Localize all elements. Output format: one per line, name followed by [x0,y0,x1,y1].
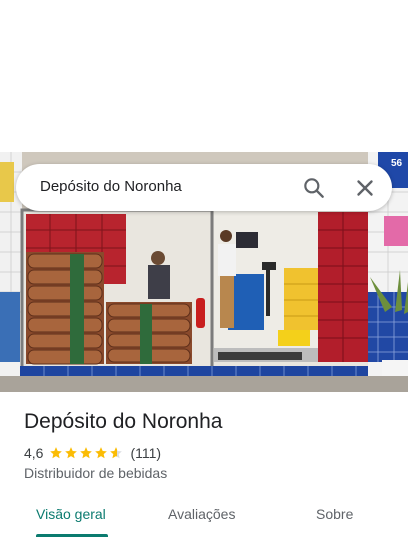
rating-row[interactable]: 4,6 (111) [24,444,161,462]
rating-stars [49,446,124,460]
search-query[interactable]: Depósito do Noronha [40,178,182,195]
tab-about[interactable]: Sobre [316,506,353,522]
tab-reviews[interactable]: Avaliações [168,506,235,522]
place-title: Depósito do Noronha [24,410,223,433]
review-count[interactable]: (111) [130,445,161,461]
star-icon [95,447,108,459]
place-tabs: Visão geral Avaliações Sobre [0,498,408,544]
tab-overview[interactable]: Visão geral [36,506,106,522]
star-icon [50,447,63,459]
place-category: Distribuidor de bebidas [24,465,168,481]
star-icon [80,447,93,459]
close-icon[interactable] [352,175,378,201]
sign-number: 56 [391,158,403,169]
search-icon[interactable] [301,175,327,201]
active-tab-indicator [36,534,108,537]
rating-value: 4,6 [24,445,44,461]
star-icon [65,447,78,459]
search-bar[interactable]: Depósito do Noronha [16,164,392,211]
star-half-icon [110,447,123,459]
map-blank-area [0,0,408,152]
